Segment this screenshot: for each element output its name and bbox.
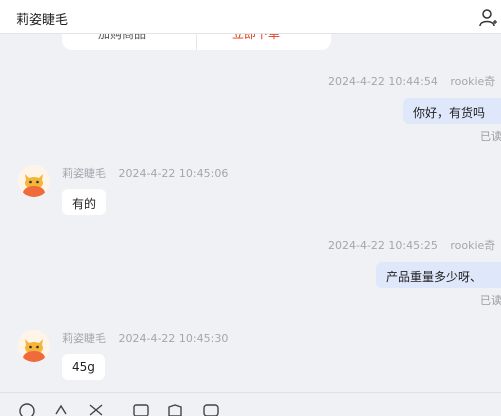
user-profile-icon[interactable] [478,8,498,28]
message-text: 产品重量多少呀、 [386,270,483,284]
message-bubble-incoming[interactable]: 有的 [62,189,107,215]
image-icon[interactable] [132,402,150,416]
message-sender: rookie奇 [450,75,496,88]
message-time: 2024-4-22 10:45:30 [118,332,229,345]
product-card: 加购商品 立即下单 [62,34,331,50]
shop-avatar-icon [18,330,50,362]
message-meta: 2024-4-22 10:44:54 rookie奇 [328,73,495,89]
read-status: 已读 [480,294,501,307]
message-meta: 2024-4-22 10:45:25 rookie奇 [328,237,495,253]
message-text: 你好，有货吗 [413,106,486,120]
message-meta: 莉姿睫毛 2024-4-22 10:45:30 [62,330,228,346]
chat-icon[interactable] [202,402,220,416]
avatar[interactable] [18,330,50,362]
message-meta: 莉姿睫毛 2024-4-22 10:45:06 [62,165,228,181]
message-bubble-incoming[interactable]: 45g [62,354,105,380]
emoji-icon[interactable] [18,402,36,416]
message-text: 有的 [72,197,97,211]
message-bubble-outgoing[interactable]: 你好，有货吗 [403,98,501,124]
message-sender: rookie奇 [450,239,496,252]
chat-header: 莉姿睫毛 [0,0,501,34]
message-time: 2024-4-22 10:45:06 [118,167,229,180]
shortcut-icon[interactable] [52,402,70,416]
product-icon[interactable] [166,402,184,416]
message-time: 2024-4-22 10:44:54 [328,75,438,88]
shop-avatar-icon [18,165,50,197]
message-time: 2024-4-22 10:45:25 [328,239,438,252]
card-divider [196,34,197,50]
input-toolbar [0,392,501,416]
message-sender: 莉姿睫毛 [62,167,106,180]
scissors-icon[interactable] [87,402,105,416]
buy-now-link[interactable]: 立即下单 [232,34,280,42]
avatar[interactable] [18,165,50,197]
message-sender: 莉姿睫毛 [62,332,106,345]
message-bubble-outgoing[interactable]: 产品重量多少呀、 [376,262,501,288]
message-text: 45g [72,360,95,374]
add-to-cart-link[interactable]: 加购商品 [98,34,146,42]
read-status: 已读 [480,130,501,143]
chat-title: 莉姿睫毛 [16,13,69,28]
